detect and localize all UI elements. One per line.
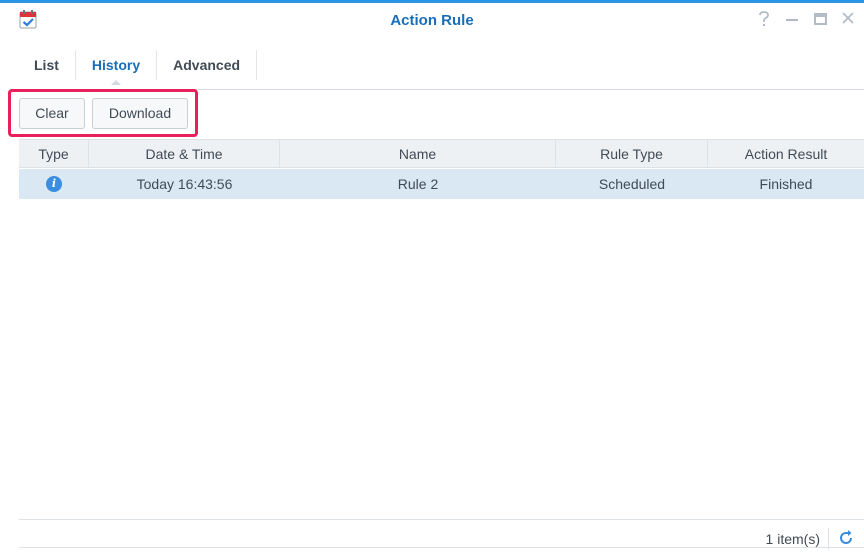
close-icon[interactable] xyxy=(840,9,856,29)
download-button[interactable]: Download xyxy=(92,98,188,129)
column-header-type[interactable]: Type xyxy=(19,140,89,167)
window-title: Action Rule xyxy=(390,12,474,29)
refresh-icon[interactable] xyxy=(836,528,856,548)
info-icon: i xyxy=(46,175,62,192)
column-header-action-result[interactable]: Action Result xyxy=(708,140,864,167)
footer-divider xyxy=(19,519,864,520)
clear-button[interactable]: Clear xyxy=(19,98,85,129)
tab-bar: List History Advanced xyxy=(18,50,258,85)
bottom-border xyxy=(19,547,864,548)
tab-history-label: History xyxy=(91,57,141,73)
tab-advanced-label: Advanced xyxy=(173,57,241,73)
tab-advanced[interactable]: Advanced xyxy=(157,50,258,80)
tab-list-label: List xyxy=(34,57,59,73)
cell-rule-type: Scheduled xyxy=(598,176,666,192)
tab-history[interactable]: History xyxy=(76,50,158,85)
column-header-name[interactable]: Name xyxy=(280,140,556,167)
column-header-datetime[interactable]: Date & Time xyxy=(89,140,280,167)
tab-list[interactable]: List xyxy=(18,50,76,80)
active-tab-indicator xyxy=(111,80,121,85)
cell-name: Rule 2 xyxy=(397,176,439,192)
cell-action-result: Finished xyxy=(759,176,813,192)
title-bar: Action Rule xyxy=(0,3,864,37)
action-rule-window: Action Rule List History Advanced Clear … xyxy=(0,0,864,554)
table-row[interactable]: i Today 16:43:56 Rule 2 Scheduled Finish… xyxy=(19,169,864,199)
help-icon[interactable] xyxy=(756,9,772,29)
cell-type: i xyxy=(19,169,89,199)
minimize-icon[interactable] xyxy=(784,9,800,29)
cell-datetime: Today 16:43:56 xyxy=(136,176,233,192)
maximize-icon[interactable] xyxy=(812,9,828,29)
item-count: 1 item(s) xyxy=(765,531,820,547)
grid-header: Type Date & Time Name Rule Type Action R… xyxy=(19,139,864,168)
column-header-rule-type[interactable]: Rule Type xyxy=(556,140,708,167)
